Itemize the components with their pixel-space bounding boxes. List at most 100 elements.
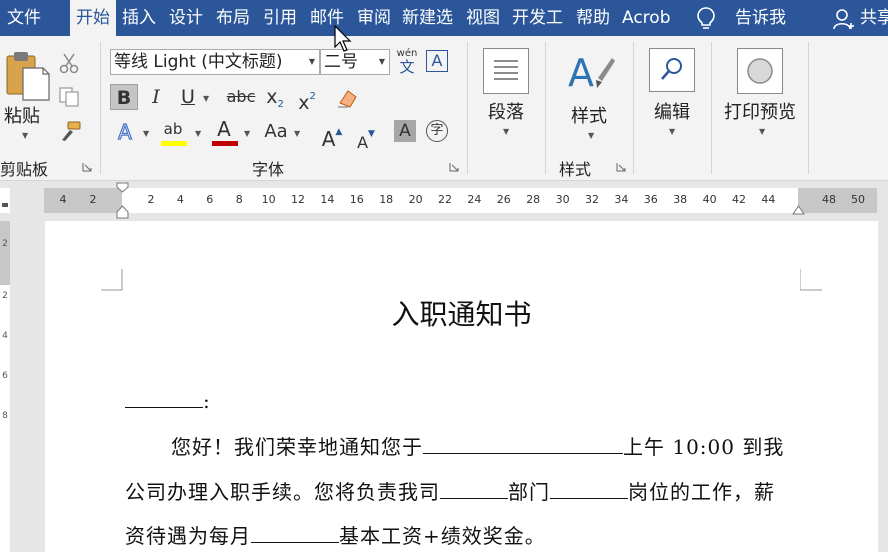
salary-blank[interactable] [251,541,339,543]
indent-marker-icon[interactable] [116,182,129,220]
highlight-button[interactable]: ab [158,116,188,142]
paragraph-line-1[interactable]: 您好！我们荣幸地通知您于 上午 10:00 到我 [171,431,784,460]
ruler-number: 6 [206,193,214,206]
text-effects-dropdown-icon[interactable]: ▼ [143,129,149,138]
clear-formatting-icon[interactable] [336,87,360,109]
chevron-down-icon[interactable]: ▼ [309,50,315,74]
shrink-font-button[interactable]: A▼ [354,121,378,152]
tell-me-search[interactable]: 告诉我 [735,0,786,36]
font-color-swatch [212,141,238,146]
ruler-number: 18 [379,193,394,206]
group-separator [711,42,712,174]
change-case-dropdown-icon[interactable]: ▼ [294,129,300,138]
styles-launcher-icon[interactable] [616,162,626,172]
share-person-icon[interactable] [832,7,854,31]
paragraph-icon[interactable] [483,48,529,94]
copy-icon[interactable] [58,86,80,108]
subscript-button[interactable]: x2 [262,84,288,110]
position-blank[interactable] [550,497,628,499]
clipboard-launcher-icon[interactable] [82,162,92,172]
ruler-corner[interactable] [0,188,10,213]
ruler-number: 42 [732,193,746,206]
cut-icon[interactable] [58,52,80,74]
ruler-number: 12 [291,193,305,206]
salutation-colon: : [203,389,211,413]
tab-file[interactable]: 文件 [7,0,41,36]
phonetic-guide-char: 文 [399,58,415,76]
editing-button[interactable]: 编辑 [654,98,690,124]
ruler-number: 2 [147,193,155,206]
paste-icon[interactable] [5,50,51,102]
lightbulb-icon[interactable] [695,6,717,30]
font-color-dropdown-icon[interactable]: ▼ [244,129,250,138]
tab-new-selection[interactable]: 新建选 [402,0,453,36]
paragraph-button[interactable]: 段落 [488,98,524,124]
enclose-characters-button[interactable]: 字 [426,120,448,142]
highlight-dropdown-icon[interactable]: ▼ [195,129,201,138]
tab-insert[interactable]: 插入 [122,0,156,36]
tab-acrobat[interactable]: Acrob [622,0,671,36]
document-title[interactable]: 入职通知书 [45,293,878,333]
phonetic-guide-button[interactable]: wén 文 [396,48,418,76]
department-blank[interactable] [440,497,508,499]
character-border-button[interactable]: A [426,50,448,72]
bold-button[interactable]: B [110,84,138,110]
change-case-button[interactable]: Aa [260,119,292,145]
tab-home[interactable]: 开始 [70,0,116,36]
highlight-color-swatch [161,141,187,146]
ruler-number: 22 [438,193,452,206]
text-effects-button[interactable]: A [112,119,138,145]
right-indent-marker-icon[interactable] [792,203,805,215]
strikethrough-button[interactable]: abc [226,84,256,110]
paragraph-dropdown-icon[interactable]: ▼ [503,127,509,136]
font-color-button[interactable]: A [210,116,238,142]
paste-dropdown-icon[interactable]: ▼ [22,131,28,140]
name-blank[interactable] [125,406,203,408]
editing-icon[interactable] [649,48,695,92]
print-preview-icon[interactable] [737,48,783,94]
date-blank[interactable] [423,452,623,454]
styles-button[interactable]: 样式 [571,102,607,128]
font-name-combo[interactable]: 等线 Light (中文标题) ▼ [110,49,320,75]
print-preview-dropdown-icon[interactable]: ▼ [759,127,765,136]
salutation-line[interactable]: : [125,389,211,413]
underline-button[interactable]: U [176,84,200,110]
ruler-number: 34 [614,193,629,206]
paste-button[interactable]: 粘贴 [4,102,40,128]
chevron-down-icon[interactable]: ▼ [379,50,385,74]
highlight-label: ab [163,120,183,138]
group-separator [467,42,468,174]
horizontal-ruler[interactable]: 4 2 2 4 6 8 10 12 14 16 18 20 22 24 26 28 30 32 34 36 38 40… [44,188,877,213]
underline-dropdown-icon[interactable]: ▼ [203,94,209,103]
ruler-number: 50 [851,193,865,206]
ribbon-tab-bar: 文件 开始 插入 设计 布局 引用 邮件 审阅 新建选 视图 开发工 帮助 Ac… [0,0,888,36]
tab-references[interactable]: 引用 [263,0,297,36]
font-size-combo[interactable]: 二号 ▼ [320,49,390,75]
tab-review[interactable]: 审阅 [357,0,391,36]
grow-font-button[interactable]: A▲ [320,119,344,151]
format-painter-icon[interactable] [58,120,82,142]
subscript-mark: 2 [277,99,284,110]
vertical-ruler[interactable]: 2 2 4 6 8 [0,221,10,552]
paragraph-line-3[interactable]: 资待遇为每月 基本工资+绩效奖金。 [125,520,546,549]
superscript-button[interactable]: x2 [294,84,320,114]
tab-layout[interactable]: 布局 [216,0,250,36]
tab-design[interactable]: 设计 [169,0,203,36]
paragraph-line-2[interactable]: 公司办理入职手续。您将负责我司 部门 岗位的工作，薪 [125,476,775,505]
character-shading-button[interactable]: A [394,120,416,142]
tab-selector-icon[interactable] [2,203,8,207]
print-preview-button[interactable]: 打印预览 [724,98,796,124]
share-button[interactable]: 共享 [860,0,888,36]
tab-help[interactable]: 帮助 [576,0,610,36]
editing-dropdown-icon[interactable]: ▼ [669,127,675,136]
group-separator [545,42,546,174]
font-launcher-icon[interactable] [449,162,459,172]
tab-view[interactable]: 视图 [466,0,500,36]
styles-icon[interactable]: A [566,48,616,98]
vruler-number: 6 [2,371,8,381]
styles-dropdown-icon[interactable]: ▼ [588,131,594,140]
italic-button[interactable]: I [144,84,168,110]
tab-developer[interactable]: 开发工 [512,0,563,36]
document-page[interactable]: 入职通知书 : 您好！我们荣幸地通知您于 上午 10:00 到我 公司办理入职手续… [45,221,878,552]
ruler-number: 44 [761,193,776,206]
